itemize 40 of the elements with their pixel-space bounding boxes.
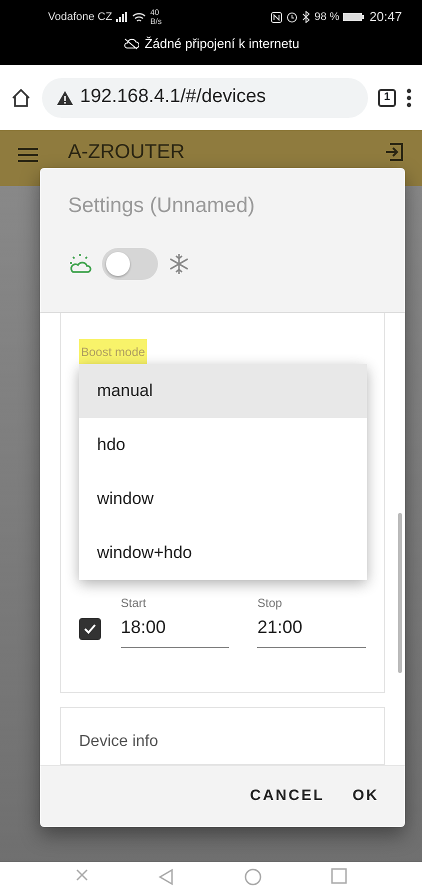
nfc-icon (271, 12, 282, 22)
back-icon[interactable] (158, 868, 174, 886)
tab-count[interactable]: 1 (378, 88, 396, 106)
device-info-title: Device info (79, 733, 158, 750)
menu-icon[interactable] (18, 146, 38, 162)
stop-time-field[interactable]: Stop 21:00 (257, 594, 366, 648)
checkbox[interactable] (79, 618, 101, 640)
bluetooth-icon (302, 11, 310, 23)
speed-unit: B/s (150, 17, 162, 26)
checkmark-icon (82, 623, 97, 636)
signal-icon (116, 12, 128, 22)
close-icon[interactable] (74, 868, 89, 882)
clock-time: 20:47 (369, 8, 402, 26)
address-bar[interactable]: 192.168.4.1/#/devices (42, 78, 368, 118)
network-speed: 40 (150, 8, 160, 17)
home-circle-icon[interactable] (244, 868, 262, 886)
more-options-icon[interactable] (406, 86, 412, 108)
dialog-button[interactable]: OK (342, 777, 389, 816)
menu-option[interactable]: hdo (79, 418, 367, 472)
wifi-icon (132, 12, 146, 22)
battery-percent: 98 % (314, 10, 340, 25)
battery-icon (343, 12, 366, 22)
menu-option[interactable]: manual (79, 364, 367, 418)
app-title: A-ZROUTER (68, 140, 185, 164)
connection-notice: Žádné připojení k internetu (144, 35, 300, 53)
recents-icon[interactable] (331, 868, 348, 884)
mode-switch[interactable] (102, 248, 158, 280)
home-icon[interactable] (10, 86, 32, 108)
cloud-off-icon (122, 38, 139, 50)
snowflake-icon (168, 252, 190, 274)
dialog-title: Settings (Unnamed) (68, 193, 256, 219)
start-time-field[interactable]: Start 18:00 (120, 594, 230, 648)
logout-icon[interactable] (384, 142, 404, 162)
warning-icon (56, 90, 74, 106)
menu-option[interactable]: window+hdo (79, 526, 367, 580)
carrier-name: Vodafone CZ (48, 10, 112, 25)
dialog-button[interactable]: CANCEL (240, 777, 334, 816)
sun-cloud-icon (68, 252, 92, 274)
menu-option[interactable]: window (79, 472, 367, 526)
alarm-icon (286, 11, 298, 23)
